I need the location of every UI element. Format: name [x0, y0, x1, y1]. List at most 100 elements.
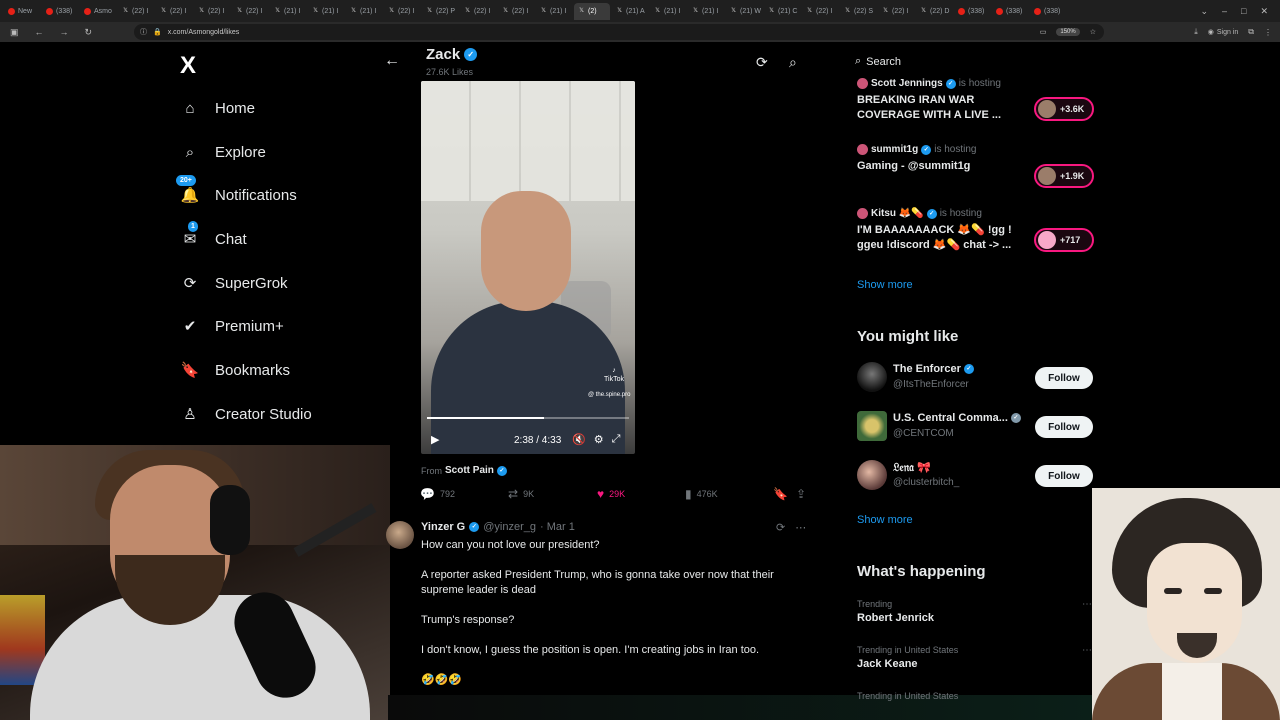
browser-tab[interactable]: Asmo — [80, 3, 116, 20]
follow-button[interactable]: Follow — [1035, 367, 1093, 389]
minimize-icon[interactable]: – — [1222, 6, 1227, 16]
browser-tab[interactable]: 𝕏 (21) W — [726, 3, 762, 20]
sidebar-toggle-icon[interactable]: ▣ — [10, 27, 19, 38]
suggestion-item[interactable]: U.S. Central Comma... ✓ @CENTCOM Follow — [857, 411, 1097, 445]
browser-tab[interactable]: (338) — [992, 3, 1028, 20]
more-icon[interactable]: ⋯ — [1082, 645, 1092, 656]
trend-item[interactable]: Trending in United States Jack Keane ⋯ — [857, 645, 1092, 670]
browser-tab[interactable]: 𝕏 (22) I — [156, 3, 192, 20]
trend-item[interactable]: Trending Robert Jenrick ⋯ — [857, 599, 1092, 624]
star-icon[interactable]: ☆ — [1090, 28, 1096, 36]
browser-tab[interactable]: 𝕏 (21) I — [346, 3, 382, 20]
sidebar-item-supergrok[interactable]: ⟳ SuperGrok — [180, 269, 288, 297]
volume-icon[interactable]: 🔇 — [572, 433, 586, 446]
suggestion-item[interactable]: 𝔏𝔢𝔫𝔞 🎀 @clusterbitch_ Follow — [857, 460, 1097, 494]
zoom-level[interactable]: 150% — [1056, 28, 1080, 36]
browser-tab[interactable]: 𝕏 (21) I — [536, 3, 572, 20]
maximize-icon[interactable]: □ — [1241, 6, 1246, 16]
search-input[interactable]: ⌕ Search — [855, 55, 901, 68]
browser-tab[interactable]: 𝕏 (22) I — [194, 3, 230, 20]
browser-tab[interactable]: 𝕏 (2) — [574, 2, 610, 20]
browser-tab[interactable]: 𝕏 (22) I — [460, 3, 496, 20]
share-button[interactable]: ⇪ — [796, 487, 806, 501]
browser-tab[interactable]: 𝕏 (21) I — [270, 3, 306, 20]
sidebar-item-notifications[interactable]: 🔔 20+ Notifications — [176, 175, 297, 209]
space-status: is hosting — [934, 144, 977, 155]
verified-badge-icon: ✓ — [464, 48, 478, 61]
site-info-icon[interactable]: ⓘ — [140, 27, 147, 37]
settings-icon[interactable]: ⚙ — [594, 433, 604, 446]
browser-tab[interactable]: 𝕏 (21) A — [612, 3, 648, 20]
browser-tab[interactable]: (338) — [954, 3, 990, 20]
suggestion-item[interactable]: The Enforcer ✓ @ItsTheEnforcer Follow — [857, 362, 1097, 396]
sidebar-item-creator-studio[interactable]: ♙ Creator Studio — [180, 400, 311, 428]
views-button[interactable]: ▮ 476K — [685, 487, 718, 501]
more-icon[interactable]: ⋯ — [1082, 599, 1092, 610]
forward-icon[interactable]: → — [60, 27, 69, 38]
browser-tab[interactable]: 𝕏 (22) I — [118, 3, 154, 20]
avatar[interactable] — [386, 521, 414, 549]
download-icon[interactable]: ⤓ — [1194, 27, 1198, 37]
trend-item[interactable]: Trending in United States — [857, 691, 1092, 701]
tweet-author-handle[interactable]: @yinzer_g — [483, 521, 536, 533]
tweet-author-name[interactable]: Yinzer G — [421, 521, 465, 533]
grok-icon[interactable]: ⟳ — [756, 54, 768, 71]
grok-icon[interactable]: ⟳ — [776, 521, 785, 534]
browser-tab[interactable]: 𝕏 (21) I — [688, 3, 724, 20]
browser-tab[interactable]: 𝕏 (22) S — [840, 3, 876, 20]
avatar[interactable] — [857, 411, 887, 441]
space-listeners-badge[interactable]: +717 — [1034, 228, 1094, 252]
tweet-date[interactable]: · Mar 1 — [540, 521, 575, 533]
search-icon[interactable]: ⌕ — [789, 54, 797, 71]
space-listeners-badge[interactable]: +1.9K — [1034, 164, 1094, 188]
space-host-name: Kitsu 🦊💊 — [871, 208, 924, 219]
browser-tab[interactable]: New — [4, 3, 40, 20]
close-window-icon[interactable]: ✕ — [1260, 6, 1268, 17]
x-logo[interactable]: X — [180, 52, 196, 80]
menu-icon[interactable]: ⋮ — [1264, 28, 1272, 37]
video-player[interactable]: ♪ TikTok @ the.spine.pro ▶ 2:38 / 4:33 🔇 … — [421, 81, 635, 454]
show-more-link[interactable]: Show more — [857, 279, 913, 291]
browser-tab[interactable]: 𝕏 (22) I — [878, 3, 914, 20]
reply-button[interactable]: 💬 792 — [420, 487, 455, 501]
sign-in-button[interactable]: ◉ Sign in — [1208, 28, 1239, 37]
address-bar[interactable]: ⓘ 🔒 x.com/Asmongold/likes ▭ 150% ☆ — [134, 24, 1104, 40]
browser-tab[interactable]: 𝕏 (21) C — [764, 3, 800, 20]
back-arrow-icon[interactable]: ← — [384, 52, 400, 70]
browser-tab[interactable]: 𝕏 (22) I — [384, 3, 420, 20]
space-listeners-badge[interactable]: +3.6K — [1034, 97, 1094, 121]
sidebar-item-bookmarks[interactable]: 🔖 Bookmarks — [180, 356, 290, 384]
show-more-link[interactable]: Show more — [857, 514, 913, 526]
avatar[interactable] — [857, 460, 887, 490]
from-name[interactable]: Scott Pain — [445, 465, 494, 476]
browser-tab[interactable]: 𝕏 (21) I — [308, 3, 344, 20]
like-button[interactable]: ♥ 29K — [597, 487, 625, 501]
browser-tab[interactable]: 𝕏 (22) I — [498, 3, 534, 20]
browser-tab[interactable]: (338) — [42, 3, 78, 20]
trend-name: Jack Keane — [857, 658, 918, 670]
follow-button[interactable]: Follow — [1035, 465, 1093, 487]
cast-icon[interactable]: ▭ — [1040, 28, 1047, 36]
sidebar-item-premium[interactable]: ✔ Premium+ — [180, 312, 284, 340]
avatar[interactable] — [857, 362, 887, 392]
browser-tab[interactable]: 𝕏 (22) I — [232, 3, 268, 20]
video-progress-bar[interactable] — [427, 417, 629, 419]
sidebar-item-explore[interactable]: ⌕ Explore — [180, 138, 266, 166]
browser-tab[interactable]: 𝕏 (22) I — [802, 3, 838, 20]
sidebar-item-chat[interactable]: ✉ 1 Chat — [180, 221, 247, 253]
reload-icon[interactable]: ↻ — [85, 27, 93, 38]
browser-tab[interactable]: 𝕏 (22) D — [916, 3, 952, 20]
more-icon[interactable]: ⋯ — [795, 521, 806, 534]
tab-list-icon[interactable]: ⌄ — [1200, 6, 1208, 17]
browser-tab[interactable]: 𝕏 (22) P — [422, 3, 458, 20]
repost-button[interactable]: ⇄ 9K — [508, 487, 534, 501]
play-icon[interactable]: ▶ — [431, 433, 439, 446]
browser-tab[interactable]: (338) — [1030, 3, 1066, 20]
sidebar-item-home[interactable]: ⌂ Home — [180, 94, 255, 122]
fullscreen-icon[interactable]: ⤢ — [612, 433, 621, 446]
bookmark-button[interactable]: 🔖 — [773, 487, 788, 501]
extensions-icon[interactable]: ⧉ — [1248, 27, 1254, 37]
browser-tab[interactable]: 𝕏 (21) I — [650, 3, 686, 20]
follow-button[interactable]: Follow — [1035, 416, 1093, 438]
back-icon[interactable]: ← — [35, 27, 44, 38]
